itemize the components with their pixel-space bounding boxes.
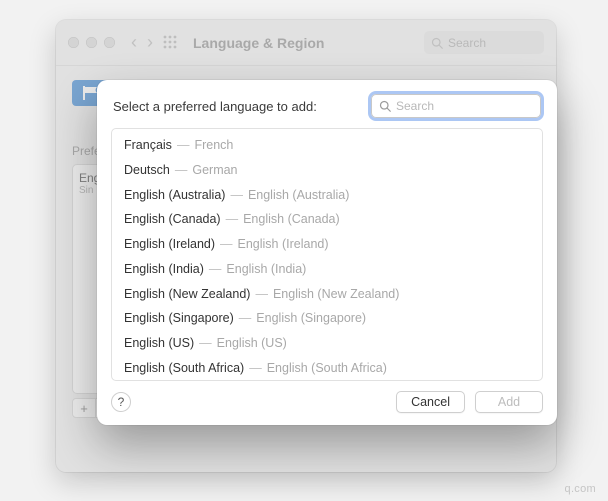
nav-arrows: ‹ › xyxy=(131,32,153,53)
language-english: English (India) xyxy=(226,262,306,276)
language-row[interactable]: English (India) — English (India) xyxy=(112,257,542,282)
sheet-prompt: Select a preferred language to add: xyxy=(113,99,359,114)
language-native: English (Singapore) xyxy=(124,311,234,325)
language-native: English (South Africa) xyxy=(124,361,244,375)
language-row[interactable]: English (Singapore) — English (Singapore) xyxy=(112,306,542,331)
search-icon xyxy=(431,37,443,49)
dash: — xyxy=(239,311,252,325)
dash: — xyxy=(249,361,262,375)
language-native: English (Ireland) xyxy=(124,237,215,251)
language-english: English (New Zealand) xyxy=(273,287,399,301)
language-native: English (New Zealand) xyxy=(124,287,250,301)
dash: — xyxy=(175,163,188,177)
dash: — xyxy=(199,336,212,350)
language-row[interactable]: English (New Zealand) — English (New Zeala… xyxy=(112,282,542,307)
dash: — xyxy=(226,212,239,226)
dash: — xyxy=(230,188,243,202)
dash: — xyxy=(177,138,190,152)
language-native: English (US) xyxy=(124,336,194,350)
sheet-footer: ? Cancel Add xyxy=(97,381,557,425)
window-controls xyxy=(68,37,115,48)
language-english: English (South Africa) xyxy=(267,361,387,375)
language-native: English (Australia) xyxy=(124,188,225,202)
language-row[interactable]: English (Ireland) — English (Ireland) xyxy=(112,232,542,257)
language-english: German xyxy=(192,163,237,177)
back-icon[interactable]: ‹ xyxy=(131,32,137,53)
language-native: Français xyxy=(124,138,172,152)
language-english: English (US) xyxy=(217,336,287,350)
language-row[interactable]: Français — French xyxy=(112,133,542,158)
minimize-dot[interactable] xyxy=(86,37,97,48)
close-dot[interactable] xyxy=(68,37,79,48)
add-language-button[interactable]: + xyxy=(72,398,96,418)
language-english: English (Ireland) xyxy=(238,237,329,251)
language-native: Deutsch xyxy=(124,163,170,177)
language-row[interactable]: English (Canada) — English (Canada) xyxy=(112,207,542,232)
language-row[interactable]: English (US) — English (US) xyxy=(112,331,542,356)
language-english: French xyxy=(194,138,233,152)
toolbar-search[interactable]: Search xyxy=(424,31,544,54)
language-row[interactable]: Deutsch — German xyxy=(112,158,542,183)
language-row[interactable]: English (Australia) — English (Australia) xyxy=(112,183,542,208)
search-icon xyxy=(379,100,391,112)
watermark: q.com xyxy=(565,483,596,495)
language-english: English (Australia) xyxy=(248,188,349,202)
dash: — xyxy=(220,237,233,251)
dash: — xyxy=(255,287,268,301)
sheet-help-button[interactable]: ? xyxy=(111,392,131,412)
sheet-search[interactable] xyxy=(371,94,541,118)
dash: — xyxy=(209,262,222,276)
language-native: English (India) xyxy=(124,262,204,276)
all-prefs-icon[interactable] xyxy=(163,35,179,51)
toolbar-search-placeholder: Search xyxy=(448,36,486,50)
add-button[interactable]: Add xyxy=(475,391,543,413)
window-title: Language & Region xyxy=(193,35,324,51)
language-native: English (Canada) xyxy=(124,212,221,226)
language-row[interactable]: English (South Africa) — English (South Af… xyxy=(112,356,542,381)
sheet-header: Select a preferred language to add: xyxy=(97,80,557,128)
cancel-button[interactable]: Cancel xyxy=(396,391,465,413)
language-list[interactable]: Français—FrenchDeutsch—GermanEnglish (Au… xyxy=(111,128,543,381)
titlebar: ‹ › Language & Region Search xyxy=(56,20,556,66)
language-english: English (Canada) xyxy=(243,212,340,226)
forward-icon[interactable]: › xyxy=(147,32,153,53)
language-english: English (Singapore) xyxy=(256,311,366,325)
add-language-sheet: Select a preferred language to add: Fran… xyxy=(97,80,557,425)
sheet-search-input[interactable] xyxy=(396,99,551,113)
zoom-dot[interactable] xyxy=(104,37,115,48)
